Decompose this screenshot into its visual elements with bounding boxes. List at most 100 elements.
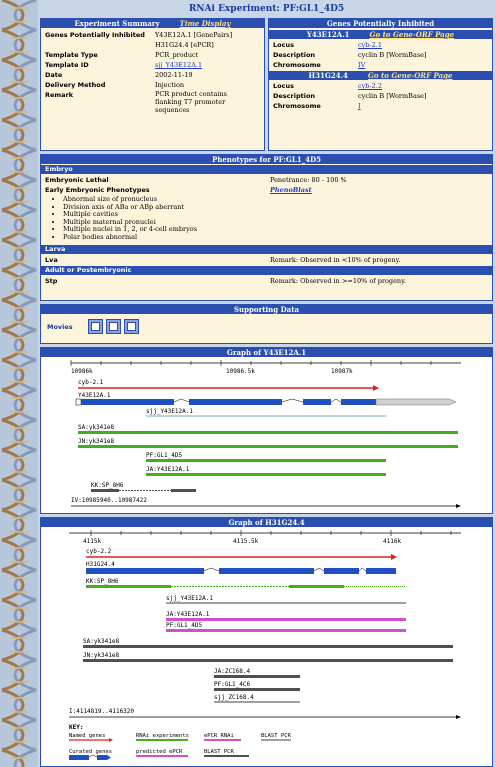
dna-helix-border: [0, 0, 38, 767]
lva-remark: Remark: Observed in <10% of progeny.: [270, 256, 401, 264]
supporting-data-panel: Supporting Data Movies: [40, 304, 493, 344]
rnai-bar: [78, 431, 458, 434]
sa-label: SA:yk341e8: [78, 424, 115, 431]
key-blast-pcr-1: BLAST PCR: [261, 733, 291, 739]
movie-button-2[interactable]: [106, 319, 121, 334]
cyb-label: cyb-2.2: [86, 548, 112, 555]
larva-section-header: Larva: [41, 245, 492, 254]
pf-label: PF:GL1_4D5: [166, 622, 203, 629]
template-type-value: PCR_product: [155, 51, 199, 59]
coord-label: I:4114819..4116320: [69, 708, 134, 715]
key-predicted-epcr: predicted ePCR: [136, 749, 183, 755]
exon: [303, 399, 331, 405]
remark-label: Remark: [45, 91, 74, 99]
movie-button-3[interactable]: [124, 319, 139, 334]
chromosome-2-link[interactable]: I: [358, 101, 361, 111]
jn-label: JN:yk341e8: [83, 652, 120, 659]
utr: [375, 398, 457, 406]
exon: [324, 568, 359, 574]
stp-label: Stp: [45, 277, 58, 285]
graph-2-header: Graph of H31G24.4: [41, 518, 492, 527]
phenotypes-header: Phenotypes for PF:GL1_4D5: [41, 155, 492, 164]
key-curated-genes: Curated genes: [69, 749, 112, 755]
delivery-method-label: Delivery Method: [45, 81, 106, 89]
exon: [341, 399, 376, 405]
movie-button-1[interactable]: [88, 319, 103, 334]
gene-block-2-name: H31G24.4: [308, 71, 348, 80]
blast-bar: [83, 659, 453, 662]
graph-1-header: Graph of Y43E12A.1: [41, 348, 492, 357]
lva-label: Lva: [45, 256, 58, 264]
chromosome-1-link[interactable]: IV: [358, 60, 365, 70]
chromosome-label-2: Chromosome: [273, 102, 321, 110]
supporting-data-header: Supporting Data: [41, 305, 492, 314]
locus-2-link[interactable]: cyb-2.2: [358, 81, 382, 91]
list-item: Polar bodies abnormal: [63, 233, 488, 242]
key-title: KEY:: [69, 724, 83, 731]
embryonic-lethal-label: Embryonic Lethal: [45, 176, 109, 184]
list-item: Division axis of ABa or ABp aberrant: [63, 203, 488, 212]
chromosome-label: Chromosome: [273, 61, 321, 69]
sjj-label: sjj_Y43E12A.1: [166, 595, 213, 602]
penetrance-value: Penetrance: 80 - 100 %: [270, 176, 347, 184]
rnai-bar: [78, 445, 458, 448]
tick-label: 4116k: [383, 538, 401, 545]
sa-label: SA:yk341e8: [83, 638, 120, 645]
template-id-link[interactable]: sjj_Y43E12A.1: [155, 60, 202, 70]
exon: [219, 568, 314, 574]
exon: [81, 399, 174, 405]
time-display-link[interactable]: Time Display: [180, 19, 231, 28]
gene-block-2-link[interactable]: Go to Gene-ORF Page: [368, 71, 453, 80]
exon: [86, 568, 204, 574]
ja-label: JA:Y43E12A.1: [166, 611, 210, 618]
gene-block-1-link[interactable]: Go to Gene-ORF Page: [369, 30, 454, 39]
locus-1-link[interactable]: cyb-2.1: [358, 40, 382, 50]
pf2-label: PF:GL1_4C6: [214, 681, 251, 688]
experiment-summary-header: Experiment Summary: [74, 19, 160, 28]
embryo-section-header: Embryo: [41, 165, 492, 174]
gene-block-1-name: Y43E12A.1: [306, 30, 350, 39]
exon: [189, 399, 282, 405]
jn-label: JN:yk341e8: [78, 438, 115, 445]
blast-bar: [214, 688, 300, 691]
jazc-label: JA:ZC168.4: [214, 668, 251, 675]
phenotypes-panel: Phenotypes for PF:GL1_4D5 Embryo Embryon…: [40, 154, 493, 301]
tick-label: 10986k: [71, 368, 93, 375]
movie-icon: [91, 322, 100, 331]
gene-label: Y43E12A.1: [78, 392, 111, 399]
genes-inhibited-panel: Genes Potentially Inhibited Y43E12A.1 Go…: [268, 18, 493, 151]
stp-remark: Remark: Observed in >=10% of progeny.: [270, 277, 406, 285]
graph-h31g244-panel: Graph of H31G24.4 4115k 4115.5k 4116k cy…: [40, 517, 493, 767]
experiment-summary-panel: Experiment Summary Time Display Genes Po…: [40, 18, 265, 151]
graph-y43e12a1-panel: Graph of Y43E12A.1 10986k 10986.5k 10987…: [40, 347, 493, 514]
page-title: RNAi Experiment: PF:GL1_4D5: [188, 4, 345, 14]
template-type-label: Template Type: [45, 51, 98, 59]
cyb-label: cyb-2.1: [78, 379, 104, 386]
key-named-genes: Named genes: [69, 733, 105, 739]
exon: [75, 398, 82, 406]
blast-bar: [83, 645, 453, 648]
delivery-method-value: Injection: [155, 81, 185, 89]
genes-inhibited-value: Y43E12A.1 [GenePairs]: [155, 31, 233, 39]
date-label: Date: [45, 71, 63, 79]
epcr-rnai-bar: [166, 618, 406, 621]
description-label-2: Description: [273, 92, 316, 100]
epcr-rnai-bar: [166, 629, 406, 632]
remark-value: PCR product contains flanking T7 promote…: [155, 90, 227, 114]
pf-label: PF:GL1_4D5: [146, 452, 183, 459]
movie-icon: [127, 322, 136, 331]
description-2: cyclin B [WormBase]: [358, 92, 427, 100]
date-value: 2002-11-19: [155, 71, 193, 79]
epcr-bar: [86, 585, 171, 588]
kk-label: KK:SP_8H6: [91, 482, 124, 489]
arrow-head-icon: [391, 554, 397, 560]
tick-label: 4115.5k: [233, 538, 259, 545]
phenoblast-link[interactable]: PhenoBlast: [270, 185, 312, 195]
phenotype-list: Abnormal size of pronucleus Division axi…: [63, 195, 488, 242]
arrow-head-icon: [373, 385, 379, 391]
rnai-bar: [146, 473, 386, 476]
tick-label: 4115k: [83, 538, 101, 545]
graph-1-svg: 10986k 10986.5k 10987k cyb-2.1 Y43E12A.1…: [70, 360, 461, 508]
genes-inhibited-label: Genes Potentially Inhibited: [45, 31, 145, 39]
kk-label: KK:SP_8H6: [86, 578, 119, 585]
